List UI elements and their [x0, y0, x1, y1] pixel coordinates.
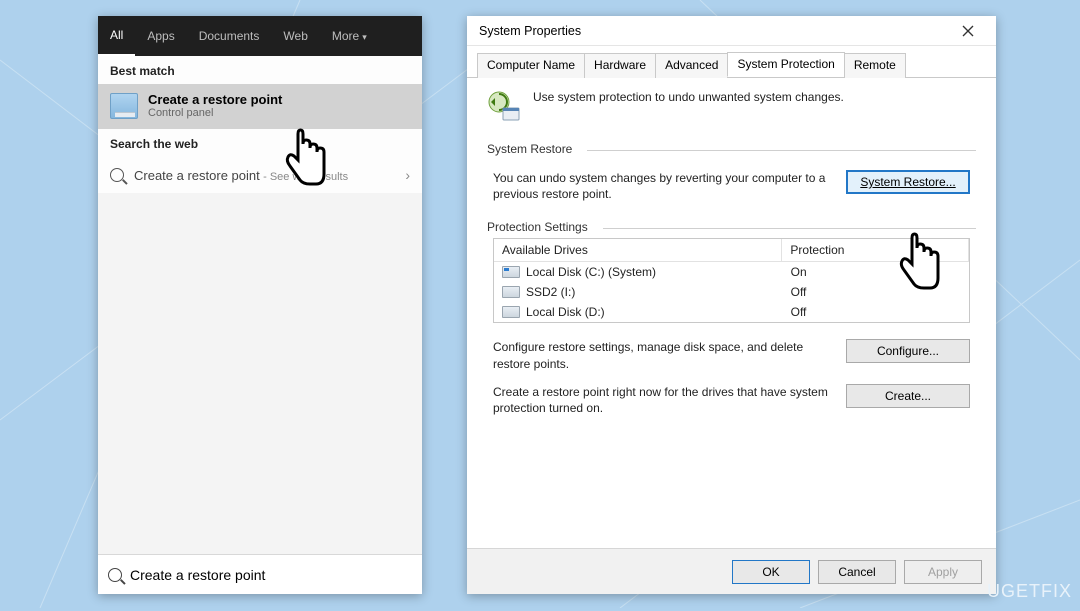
drives-table: Available Drives Protection Local Disk (…: [493, 238, 970, 323]
dialog-titlebar: System Properties: [467, 16, 996, 46]
search-tab-documents[interactable]: Documents: [187, 17, 272, 55]
dialog-title: System Properties: [479, 24, 581, 38]
configure-button[interactable]: Configure...: [846, 339, 970, 363]
chevron-right-icon: ›: [405, 167, 410, 183]
drive-icon: [502, 286, 520, 298]
system-protection-icon: [487, 90, 521, 124]
search-input-row: [98, 554, 422, 594]
web-result-subtitle: - See web results: [263, 171, 348, 183]
watermark: UGETFIX: [987, 581, 1072, 602]
search-tab-more[interactable]: More▾: [320, 17, 379, 55]
tab-hardware[interactable]: Hardware: [584, 53, 656, 78]
best-match-text: Create a restore point Control panel: [148, 92, 282, 119]
dialog-tabs: Computer Name Hardware Advanced System P…: [467, 46, 996, 78]
apply-button[interactable]: Apply: [904, 560, 982, 584]
drive-row[interactable]: SSD2 (I:) Off: [494, 282, 969, 302]
intro-text: Use system protection to undo unwanted s…: [533, 90, 844, 124]
windows-search-flyout: All Apps Documents Web More▾ Best match …: [98, 16, 422, 594]
create-desc: Create a restore point right now for the…: [493, 384, 834, 416]
dialog-body: Use system protection to undo unwanted s…: [467, 78, 996, 548]
search-tabs: All Apps Documents Web More▾: [98, 16, 422, 56]
search-tab-all[interactable]: All: [98, 16, 135, 56]
ok-button[interactable]: OK: [732, 560, 810, 584]
create-restore-point-button[interactable]: Create...: [846, 384, 970, 408]
system-restore-desc: You can undo system changes by reverting…: [493, 170, 834, 202]
drive-icon: [502, 306, 520, 318]
control-panel-icon: [110, 93, 138, 119]
tab-advanced[interactable]: Advanced: [655, 53, 728, 78]
cancel-button[interactable]: Cancel: [818, 560, 896, 584]
search-empty-area: [98, 193, 422, 554]
close-button[interactable]: [948, 17, 988, 45]
close-icon: [962, 25, 974, 37]
drive-row[interactable]: Local Disk (D:) Off: [494, 302, 969, 322]
drive-row[interactable]: Local Disk (C:) (System) On: [494, 262, 969, 282]
system-restore-legend: System Restore: [487, 142, 976, 156]
tab-system-protection[interactable]: System Protection: [727, 52, 844, 77]
configure-desc: Configure restore settings, manage disk …: [493, 339, 834, 371]
system-restore-button[interactable]: System Restore...: [846, 170, 970, 194]
chevron-down-icon: ▾: [362, 32, 367, 42]
web-result[interactable]: Create a restore point - See web results…: [98, 157, 422, 193]
drive-icon: [502, 266, 520, 278]
protection-settings-legend: Protection Settings: [487, 220, 976, 234]
search-tab-web[interactable]: Web: [271, 17, 319, 55]
search-input[interactable]: [130, 567, 412, 583]
header-available-drives: Available Drives: [494, 239, 782, 262]
system-properties-dialog: System Properties Computer Name Hardware…: [467, 16, 996, 594]
search-tab-apps[interactable]: Apps: [135, 17, 186, 55]
header-protection: Protection: [782, 239, 969, 262]
best-match-subtitle: Control panel: [148, 107, 282, 119]
best-match-result[interactable]: Create a restore point Control panel: [98, 84, 422, 129]
best-match-title: Create a restore point: [148, 92, 282, 107]
best-match-header: Best match: [98, 56, 422, 84]
dialog-footer: OK Cancel Apply: [467, 548, 996, 594]
drives-header: Available Drives Protection: [494, 239, 969, 262]
web-result-title: Create a restore point: [134, 168, 260, 183]
web-result-text: Create a restore point - See web results: [134, 168, 348, 183]
search-icon: [108, 568, 122, 582]
search-web-header: Search the web: [98, 129, 422, 157]
tab-remote[interactable]: Remote: [844, 53, 906, 78]
tab-computer-name[interactable]: Computer Name: [477, 53, 585, 78]
search-icon: [110, 168, 124, 182]
